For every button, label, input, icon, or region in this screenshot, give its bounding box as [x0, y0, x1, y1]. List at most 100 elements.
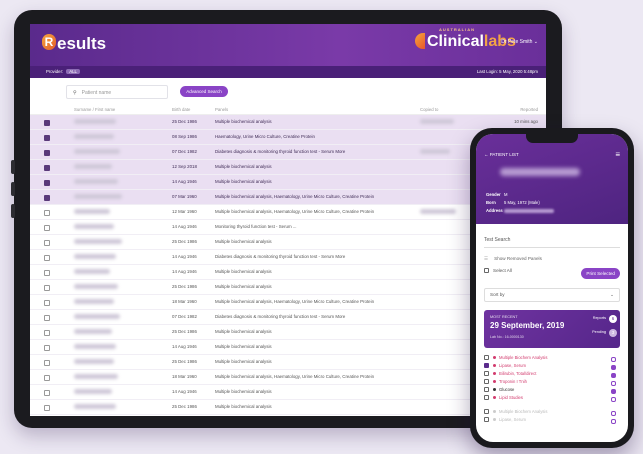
row-panels: Monitoring thyroid function test - Serum…: [215, 224, 297, 229]
row-checkbox[interactable]: [44, 360, 50, 366]
row-dob: 25 Dec 1986: [172, 119, 197, 124]
test-checkbox[interactable]: [484, 387, 489, 393]
table-row[interactable]: 14 Aug 1946 Multiple biochemical analysis: [30, 340, 546, 355]
table-row[interactable]: 07 Mar 1960 Multiple biochemical analysis…: [30, 190, 546, 205]
test-item[interactable]: Multiple Biochem Analysis: [484, 408, 620, 416]
patient-name-redacted: [74, 134, 114, 139]
row-checkbox[interactable]: [44, 225, 50, 231]
test-item[interactable]: Bilirubin, Total/direct: [484, 370, 620, 378]
row-checkbox[interactable]: [44, 240, 50, 246]
table-row[interactable]: 12 Sep 2018 Multiple biochemical analysis: [30, 160, 546, 175]
test-checkbox[interactable]: [484, 355, 489, 361]
table-row[interactable]: 25 Dec 1986 Multiple biochemical analysis: [30, 280, 546, 295]
table-row[interactable]: 25 Dec 1986 Multiple biochemical analysis: [30, 325, 546, 340]
test-search-input[interactable]: Test Search: [484, 234, 620, 248]
tablet-side-button: [11, 160, 15, 174]
test-checkbox[interactable]: [484, 409, 489, 415]
row-checkbox[interactable]: [44, 150, 50, 156]
test-item[interactable]: Troponin I Tnih: [484, 378, 620, 386]
row-dob: 25 Dec 1986: [172, 329, 197, 334]
table-row[interactable]: 12 Mar 1960 Multiple biochemical analysis…: [30, 205, 546, 220]
most-recent-label: MOST RECENT: [490, 315, 518, 319]
test-item[interactable]: Lipid Studies: [484, 394, 620, 402]
test-item[interactable]: Multiple Biochem Analysis: [484, 354, 620, 362]
most-recent-card[interactable]: MOST RECENT 29 September, 2019 Lab No.: …: [484, 310, 620, 348]
test-item[interactable]: Lipase, Serum: [484, 362, 620, 370]
patient-list-title: PATIENT LIST: [489, 152, 519, 157]
table-row[interactable]: 18 Mar 1960 Multiple biochemical analysis…: [30, 295, 546, 310]
provider-value[interactable]: ALL: [66, 69, 80, 74]
patient-name-redacted: [74, 164, 112, 169]
test-checkbox[interactable]: [484, 417, 489, 423]
row-checkbox[interactable]: [44, 165, 50, 171]
table-row[interactable]: 14 Aug 1946 Multiple biochemical analysis: [30, 265, 546, 280]
row-checkbox[interactable]: [44, 135, 50, 141]
test-item[interactable]: Lipase, Serum: [484, 416, 620, 424]
provider-filter[interactable]: Provider: ALL: [46, 69, 80, 74]
row-dob: 07 Dec 1982: [172, 314, 197, 319]
table-row[interactable]: 14 Aug 1946 Multiple biochemical analysis: [30, 385, 546, 400]
results-logo-icon: R: [42, 34, 56, 50]
test-checkbox[interactable]: [484, 363, 489, 369]
column-header-copied[interactable]: Copied to: [420, 107, 438, 112]
column-header-dob[interactable]: Birth date: [172, 107, 190, 112]
test-checkbox[interactable]: [484, 379, 489, 385]
row-panels: Multiple biochemical analysis: [215, 179, 272, 184]
table-row[interactable]: 14 Aug 1946 Monitoring thyroid function t…: [30, 220, 546, 235]
row-checkbox[interactable]: [44, 375, 50, 381]
table-row[interactable]: 07 Dec 1982 Diabetes diagnosis & monitori…: [30, 310, 546, 325]
table-row[interactable]: 07 Dec 1982 Diabetes diagnosis & monitori…: [30, 145, 546, 160]
table-row[interactable]: 25 Dec 1986 Multiple biochemical analysis: [30, 235, 546, 250]
test-label: Multiple Biochem Analysis: [499, 409, 548, 414]
row-panels: Haematology, Urine Micro Culture, Creati…: [215, 134, 315, 139]
column-header-reported[interactable]: Reported: [520, 107, 538, 112]
row-panels: Multiple biochemical analysis: [215, 119, 272, 124]
test-checkbox[interactable]: [484, 371, 489, 377]
row-panels: Multiple biochemical analysis: [215, 284, 272, 289]
search-row: ⚲ Patient name Advanced Search: [30, 78, 546, 104]
copied-to-redacted: [420, 209, 456, 214]
table-row[interactable]: 25 Dec 1986 Multiple biochemical analysis…: [30, 115, 546, 130]
row-checkbox[interactable]: [44, 210, 50, 216]
patient-list-back[interactable]: ← PATIENT LIST: [484, 152, 519, 157]
app-title: Results: [42, 34, 106, 54]
row-panels: Multiple biochemical analysis, Haematolo…: [215, 374, 375, 379]
test-item[interactable]: Glucose: [484, 386, 620, 394]
pending-label: Pending: [592, 330, 606, 334]
row-checkbox[interactable]: [44, 120, 50, 126]
column-header-panels[interactable]: Panels: [215, 107, 228, 112]
gender-value: M: [504, 192, 508, 197]
row-checkbox[interactable]: [44, 180, 50, 186]
column-header-name[interactable]: Surname / First name: [74, 107, 115, 112]
search-input[interactable]: ⚲ Patient name: [66, 85, 168, 99]
sort-by-select[interactable]: Sort by ⌄: [484, 288, 620, 302]
reports-count-badge: 6: [609, 315, 617, 323]
advanced-search-button[interactable]: Advanced Search: [180, 86, 228, 97]
row-checkbox[interactable]: [44, 405, 50, 411]
status-dot-icon: [493, 364, 496, 368]
row-checkbox[interactable]: [44, 390, 50, 396]
row-checkbox[interactable]: [44, 330, 50, 336]
row-checkbox[interactable]: [44, 345, 50, 351]
row-checkbox[interactable]: [44, 270, 50, 276]
row-checkbox[interactable]: [44, 300, 50, 306]
patient-body: Test Search ☰ Show Removed Panels Select …: [476, 234, 628, 424]
table-row[interactable]: 25 Dec 1986 Multiple biochemical analysis: [30, 355, 546, 370]
table-row[interactable]: 08 Sep 1986 Haematology, Urine Micro Cult…: [30, 130, 546, 145]
row-checkbox[interactable]: [44, 315, 50, 321]
print-selected-button[interactable]: Print Selected: [581, 268, 620, 279]
table-row[interactable]: 14 Aug 1946 Diabetes diagnosis & monitori…: [30, 250, 546, 265]
table-row[interactable]: 25 Dec 1986 Multiple biochemical analysis: [30, 400, 546, 415]
table-row[interactable]: 14 Aug 1946 Multiple biochemical analysis: [30, 175, 546, 190]
hamburger-menu-icon[interactable]: ≡: [615, 150, 620, 159]
select-all-checkbox[interactable]: [484, 268, 489, 274]
table-row[interactable]: 18 Mar 1960 Multiple biochemical analysis…: [30, 370, 546, 385]
test-checkbox[interactable]: [484, 395, 489, 401]
user-menu[interactable]: Dr Pete Smith ⌄: [501, 39, 538, 45]
row-checkbox[interactable]: [44, 195, 50, 201]
show-removed-toggle[interactable]: ☰ Show Removed Panels: [484, 256, 620, 262]
row-dob: 25 Dec 1986: [172, 404, 197, 409]
row-checkbox[interactable]: [44, 285, 50, 291]
row-dob: 12 Sep 2018: [172, 164, 197, 169]
row-checkbox[interactable]: [44, 255, 50, 261]
